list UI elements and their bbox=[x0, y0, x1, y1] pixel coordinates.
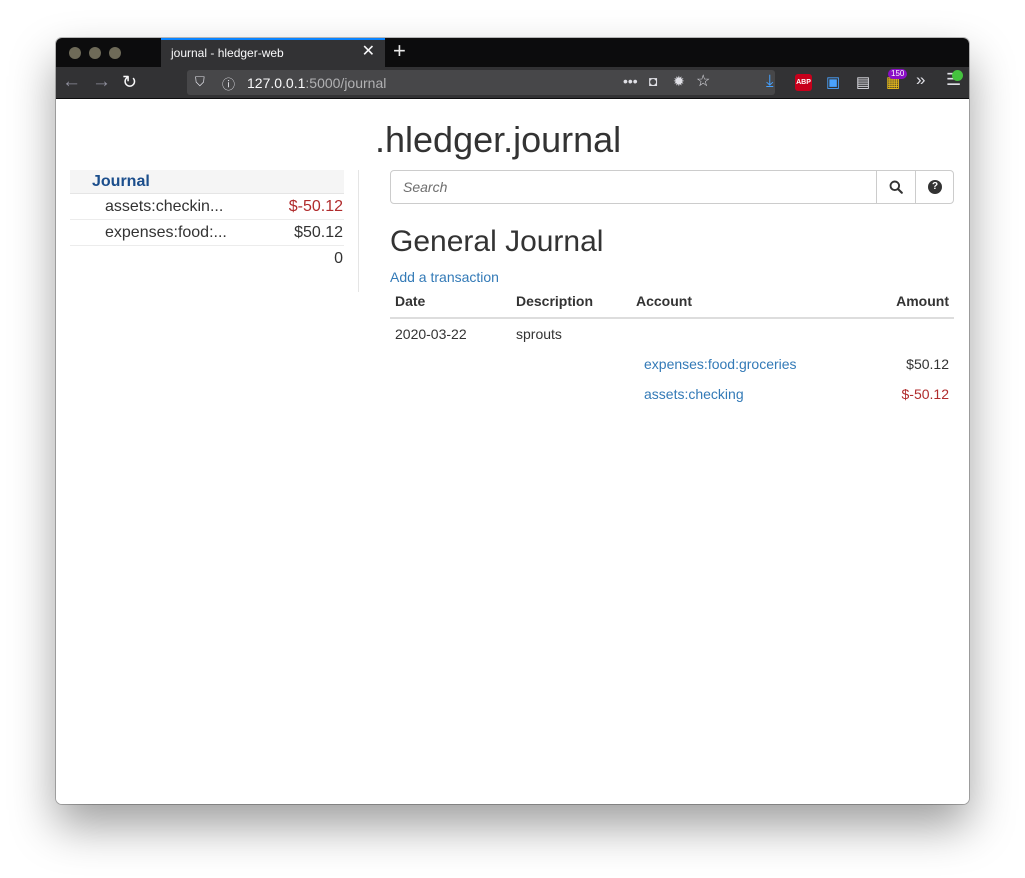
forward-icon[interactable]: → bbox=[92, 71, 111, 93]
column-header-date: Date bbox=[395, 293, 426, 309]
container-icon[interactable]: ▤ bbox=[856, 73, 870, 91]
account-name[interactable]: expenses:food:... bbox=[105, 220, 227, 246]
sidebar: Journal assets:checkin... $-50.12 expens… bbox=[70, 170, 344, 272]
sidebar-divider bbox=[358, 170, 359, 292]
tab-strip: journal - hledger-web ✕ + bbox=[56, 38, 969, 67]
sidebar-journal-link[interactable]: Journal bbox=[70, 170, 344, 194]
tab-journal[interactable]: journal - hledger-web ✕ bbox=[161, 38, 385, 67]
journal-heading: General Journal bbox=[390, 225, 604, 258]
site-info-icon[interactable]: ⓘ bbox=[222, 74, 235, 93]
extension-badge: 150 bbox=[888, 69, 908, 79]
search-group: ? bbox=[390, 170, 954, 204]
overflow-menu-icon[interactable]: » bbox=[916, 70, 925, 90]
account-balance: $-50.12 bbox=[288, 198, 343, 215]
account-balance: $50.12 bbox=[294, 224, 343, 241]
transaction-description: sprouts bbox=[516, 326, 562, 342]
bug-icon[interactable]: ✹ bbox=[673, 73, 685, 90]
sidebar-total-row: 0 bbox=[70, 246, 344, 272]
header-divider bbox=[390, 317, 954, 319]
posting-amount: $50.12 bbox=[906, 356, 949, 372]
reload-icon[interactable]: ↻ bbox=[122, 71, 137, 93]
browser-window: journal - hledger-web ✕ + ← → ↻ ⛉ ⓘ 127.… bbox=[56, 38, 969, 804]
tab-title: journal - hledger-web bbox=[171, 46, 284, 60]
add-transaction-link[interactable]: Add a transaction bbox=[390, 269, 499, 285]
close-window-button[interactable] bbox=[69, 47, 81, 59]
total-balance: 0 bbox=[334, 250, 343, 267]
sidebar-account-row[interactable]: assets:checkin... $-50.12 bbox=[70, 194, 344, 220]
help-icon: ? bbox=[928, 180, 942, 194]
posting-account-link[interactable]: assets:checking bbox=[644, 384, 744, 404]
column-header-account: Account bbox=[636, 293, 692, 309]
pocket-icon[interactable]: ◘ bbox=[649, 73, 657, 89]
minimize-window-button[interactable] bbox=[89, 47, 101, 59]
adblock-icon[interactable]: ABP bbox=[795, 74, 812, 91]
search-input[interactable] bbox=[391, 171, 876, 203]
transaction-date: 2020-03-22 bbox=[395, 326, 467, 342]
zoom-window-button[interactable] bbox=[109, 47, 121, 59]
sidebar-account-row[interactable]: expenses:food:... $50.12 bbox=[70, 220, 344, 246]
column-header-amount: Amount bbox=[896, 293, 949, 309]
url-path: :5000/journal bbox=[305, 75, 387, 91]
new-tab-button[interactable]: + bbox=[393, 40, 406, 62]
posting-amount: $-50.12 bbox=[901, 386, 949, 402]
account-name[interactable]: assets:checkin... bbox=[105, 194, 223, 220]
posting-account-link[interactable]: expenses:food:groceries bbox=[644, 354, 797, 374]
back-icon[interactable]: ← bbox=[62, 71, 81, 93]
url-text[interactable]: 127.0.0.1:5000/journal bbox=[247, 75, 386, 91]
search-button[interactable] bbox=[876, 171, 915, 203]
url-bar[interactable]: ⛉ ⓘ 127.0.0.1:5000/journal ••• ◘ ✹ ☆ bbox=[187, 70, 775, 95]
url-host: 127.0.0.1 bbox=[247, 75, 306, 91]
extension-icon[interactable]: ▣ bbox=[826, 73, 840, 91]
close-tab-icon[interactable]: ✕ bbox=[362, 43, 375, 61]
tracking-shield-icon[interactable]: ⛉ bbox=[195, 74, 205, 90]
column-header-description: Description bbox=[516, 293, 594, 309]
page-actions-icon[interactable]: ••• bbox=[623, 73, 638, 89]
bookmark-star-icon[interactable]: ☆ bbox=[696, 71, 710, 91]
downloads-icon[interactable]: ⤓ bbox=[766, 71, 774, 91]
update-available-icon bbox=[952, 70, 963, 81]
nav-toolbar: ← → ↻ ⛉ ⓘ 127.0.0.1:5000/journal ••• ◘ ✹… bbox=[56, 67, 969, 99]
page-title: .hledger.journal bbox=[375, 119, 622, 160]
search-icon bbox=[889, 180, 903, 194]
page-content: .hledger.journal Journal assets:checkin.… bbox=[56, 100, 969, 804]
help-button[interactable]: ? bbox=[915, 171, 954, 203]
